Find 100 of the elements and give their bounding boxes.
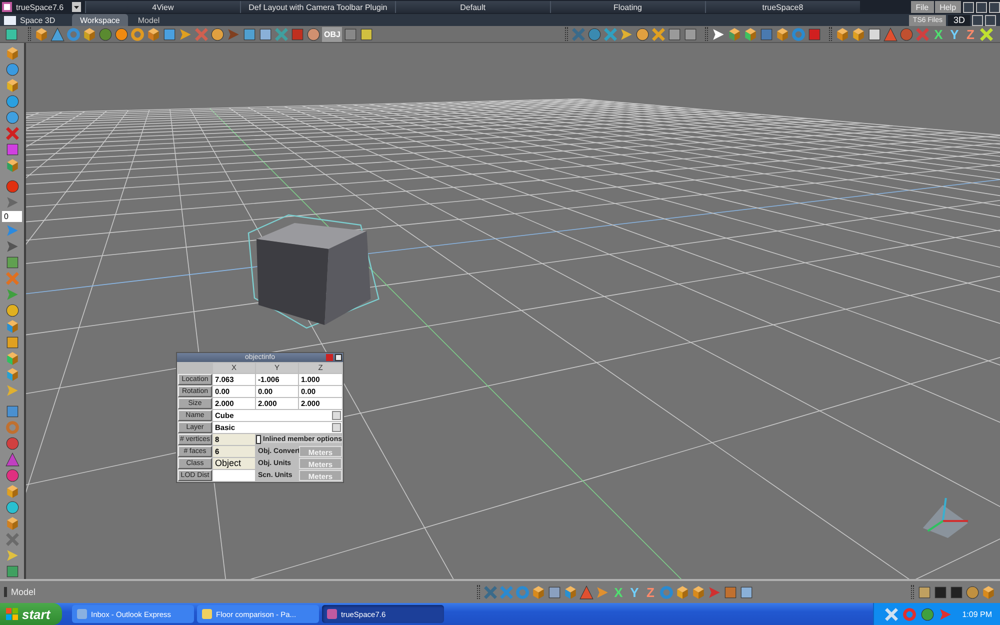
- caret-icon: [74, 6, 79, 8]
- sphere-icon[interactable]: [635, 26, 650, 42]
- cube-icon[interactable]: [727, 26, 742, 42]
- square-icon[interactable]: [683, 26, 698, 42]
- sphere-icon[interactable]: [114, 26, 129, 42]
- cube-icon[interactable]: [531, 584, 546, 600]
- cube-icon[interactable]: [82, 26, 97, 42]
- view-tab[interactable]: Workspace: [72, 14, 128, 26]
- sphere-icon[interactable]: [965, 584, 980, 600]
- maximize-button[interactable]: [976, 2, 988, 12]
- square-icon[interactable]: [4, 404, 20, 419]
- square-icon[interactable]: [258, 26, 273, 42]
- sphere-icon[interactable]: [4, 303, 20, 318]
- cube-icon[interactable]: [4, 78, 20, 93]
- square-icon[interactable]: [4, 335, 20, 350]
- sphere-icon[interactable]: [899, 26, 914, 42]
- context-label: Model: [4, 587, 474, 597]
- cube-icon[interactable]: [743, 26, 758, 42]
- cross-icon[interactable]: [4, 532, 20, 547]
- sphere-icon[interactable]: [587, 26, 602, 42]
- cube-icon[interactable]: [851, 26, 866, 42]
- square-icon[interactable]: [4, 26, 19, 42]
- axis-gizmo: [922, 498, 968, 538]
- layout-tab[interactable]: Def Layout with Camera Toolbar Plugin: [240, 1, 395, 13]
- cube-icon[interactable]: [4, 46, 20, 61]
- checkbox[interactable]: [256, 435, 262, 444]
- arrow-icon[interactable]: [178, 26, 193, 42]
- cube-icon[interactable]: [691, 584, 706, 600]
- square-icon[interactable]: [739, 584, 754, 600]
- sphere-icon[interactable]: [4, 436, 20, 451]
- clock: 1:09 PM: [962, 610, 992, 618]
- window-icon: [4, 16, 16, 24]
- cross-icon[interactable]: [651, 26, 666, 42]
- sphere-icon[interactable]: [920, 606, 936, 622]
- maximize-button[interactable]: [972, 14, 983, 26]
- cone-icon[interactable]: [4, 452, 20, 467]
- ring-icon[interactable]: [130, 26, 145, 42]
- app-icon: [327, 609, 337, 619]
- cube-icon[interactable]: [146, 26, 161, 42]
- close-button[interactable]: [335, 354, 342, 361]
- minimize-button[interactable]: [963, 2, 974, 12]
- cross-icon[interactable]: [603, 26, 618, 42]
- cube-icon[interactable]: [4, 367, 20, 382]
- cube-icon[interactable]: [34, 26, 49, 42]
- cube-icon[interactable]: [775, 26, 790, 42]
- sphere-icon[interactable]: [4, 468, 20, 483]
- close-button[interactable]: [989, 2, 1000, 12]
- arrow-icon[interactable]: [4, 239, 20, 254]
- cube-icon[interactable]: [835, 26, 850, 42]
- sphere-icon[interactable]: [4, 110, 20, 125]
- value-field[interactable]: [213, 470, 255, 481]
- cube-icon[interactable]: [4, 319, 20, 334]
- square-icon[interactable]: [867, 26, 882, 42]
- start-button[interactable]: start: [0, 603, 62, 625]
- view-title: Space 3D: [19, 16, 56, 24]
- square-icon[interactable]: [667, 26, 682, 42]
- arrow-icon[interactable]: [619, 26, 634, 42]
- square-icon[interactable]: [242, 26, 257, 42]
- cube-icon[interactable]: [563, 584, 578, 600]
- windows-logo-icon: [6, 608, 18, 620]
- square-icon[interactable]: [723, 584, 738, 600]
- square-icon[interactable]: [547, 584, 562, 600]
- square-icon[interactable]: [162, 26, 177, 42]
- square-icon[interactable]: [4, 142, 20, 157]
- square-icon[interactable]: [949, 584, 964, 600]
- sphere-icon[interactable]: [306, 26, 321, 42]
- cube-icon[interactable]: [981, 584, 996, 600]
- cube[interactable]: [248, 214, 380, 329]
- square-icon[interactable]: [917, 584, 932, 600]
- arrow-icon[interactable]: [711, 26, 726, 42]
- layout-tab[interactable]: trueSpace8: [704, 1, 860, 13]
- sphere-icon[interactable]: [4, 62, 20, 77]
- layout-dropdown[interactable]: [72, 2, 81, 12]
- sphere-icon[interactable]: [4, 94, 20, 109]
- cone-icon[interactable]: [579, 584, 594, 600]
- square-icon[interactable]: [343, 26, 358, 42]
- app-icon: [77, 609, 87, 619]
- app-icon: [2, 2, 12, 12]
- square-icon[interactable]: [4, 564, 20, 579]
- square-icon[interactable]: [933, 584, 948, 600]
- layout-tab[interactable]: 4View: [85, 1, 240, 13]
- cube-icon[interactable]: [4, 516, 20, 531]
- square-icon[interactable]: [359, 26, 374, 42]
- sphere-icon[interactable]: [4, 179, 20, 194]
- cube-icon[interactable]: [675, 584, 690, 600]
- value-field: Object: [213, 458, 255, 469]
- app-icon: [202, 609, 212, 619]
- frame-field[interactable]: 0: [2, 211, 22, 222]
- ring-icon[interactable]: [902, 606, 918, 622]
- app-title: trueSpace7.6: [15, 2, 65, 12]
- cube-icon[interactable]: [4, 158, 20, 173]
- square-icon[interactable]: [4, 255, 20, 270]
- cube-icon[interactable]: [4, 484, 20, 499]
- close-button[interactable]: [985, 14, 996, 26]
- layout-tab[interactable]: Floating: [550, 1, 705, 13]
- cube-icon[interactable]: [4, 351, 20, 366]
- sphere-icon[interactable]: [4, 500, 20, 515]
- sphere-icon[interactable]: [210, 26, 225, 42]
- sphere-icon[interactable]: [98, 26, 113, 42]
- layout-tab[interactable]: Default: [394, 1, 550, 13]
